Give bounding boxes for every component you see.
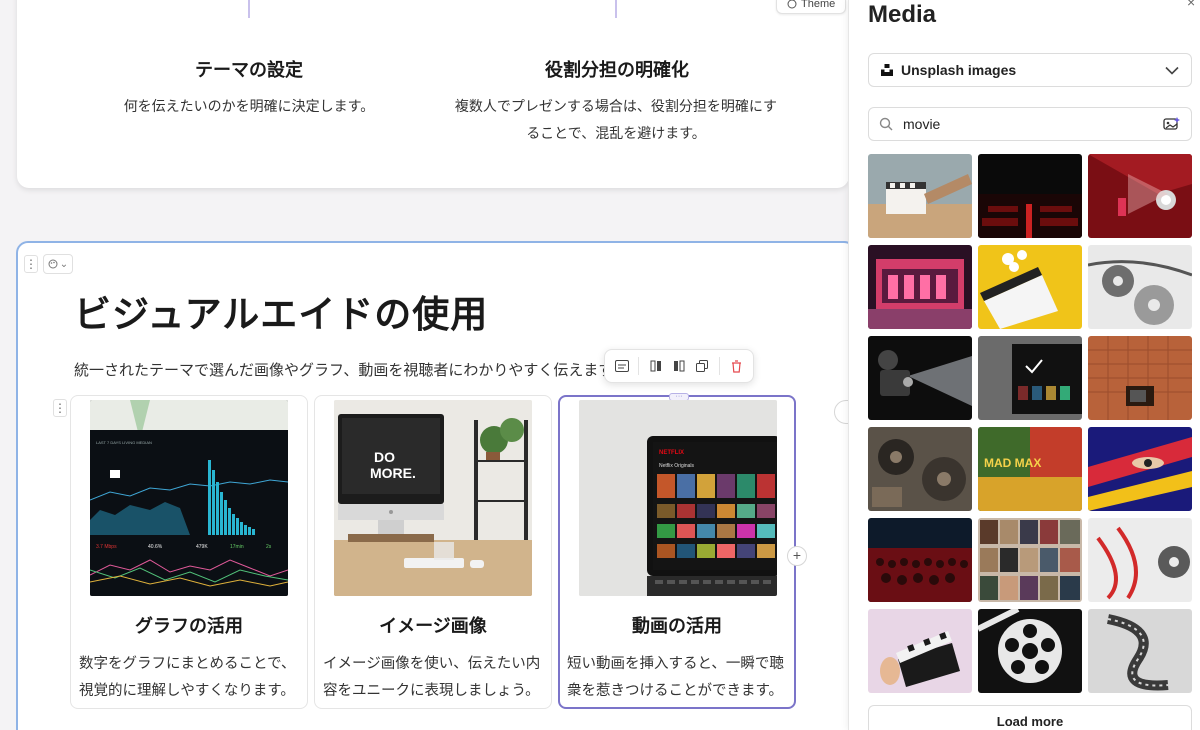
column-text-roles: 複数人でプレゼンする場合は、役割分担を明確にすることで、混乱を避けます。 bbox=[454, 98, 778, 141]
image-source-label: Unsplash images bbox=[901, 62, 1017, 78]
grid-drag-handle-icon[interactable]: ⋮ bbox=[53, 399, 67, 417]
feature-card-image[interactable]: DO MORE. イメージ画像 イメージ画像を使い、伝えたい内容をユニークに表現… bbox=[314, 395, 552, 709]
thumbnail-clapperboard-desert[interactable] bbox=[868, 154, 972, 238]
card-subtitle[interactable]: 統一されたテーマで選んだ画像やグラフ、動画を視聴者にわかりやすく伝えます bbox=[74, 359, 613, 380]
toolbar-divider bbox=[718, 357, 720, 375]
connector-line-left bbox=[248, 0, 250, 18]
thumbnail-film-reels-collage[interactable] bbox=[868, 427, 972, 511]
image-source-select[interactable]: Unsplash images bbox=[868, 53, 1192, 87]
media-results-grid: MAD MAX bbox=[868, 154, 1192, 693]
thumbnail-crowded-red-theater[interactable] bbox=[868, 518, 972, 602]
media-search[interactable] bbox=[868, 107, 1192, 141]
thumbnail-film-strip-spiral[interactable] bbox=[1088, 609, 1192, 693]
toolbar-divider bbox=[638, 357, 640, 375]
thumbnail-red-film-strip[interactable] bbox=[1088, 518, 1192, 602]
thumbnail-retro-tv-orange[interactable] bbox=[1088, 336, 1192, 420]
theme-button[interactable]: Theme bbox=[776, 0, 847, 14]
feature-title-graph[interactable]: グラフの活用 bbox=[71, 612, 307, 638]
editor-canvas: テーマの設定 何を伝えたいのかを明確に決定します。 役割分担の明確化 複数人でプ… bbox=[0, 0, 848, 730]
thumbnail-pink-cinema-facade[interactable] bbox=[868, 245, 972, 329]
card-title[interactable]: ビジュアルエイドの使用 bbox=[74, 284, 488, 338]
feature-card-video[interactable]: ··· NETFLIX Netflix Originals 動画の活用 短い動画… bbox=[558, 393, 796, 709]
split-layout-icon[interactable] bbox=[670, 356, 687, 376]
image-caption-icon[interactable] bbox=[613, 356, 630, 376]
connector-line-right bbox=[615, 0, 617, 18]
thumbnail-film-projector-red[interactable] bbox=[1088, 154, 1192, 238]
netflix-logo: NETFLIX bbox=[659, 450, 684, 456]
column-title-theme: テーマの設定 bbox=[195, 60, 303, 80]
chevron-down-icon: ⌄ bbox=[59, 258, 69, 270]
thumbnail-mad-max-posters[interactable]: MAD MAX bbox=[978, 427, 1082, 511]
feature-title-image[interactable]: イメージ画像 bbox=[315, 612, 551, 638]
block-toolbar bbox=[604, 349, 754, 383]
stat-4: 17min bbox=[230, 544, 244, 550]
dashboard-header-text: LAST 7 DAYS LIVING MEDIAN bbox=[96, 440, 152, 445]
load-more-button[interactable]: Load more bbox=[868, 705, 1192, 730]
stat-3: 479K bbox=[196, 544, 208, 550]
thumbnail-clapper-popcorn-yellow[interactable] bbox=[978, 245, 1082, 329]
top-card[interactable]: テーマの設定 何を伝えたいのかを明確に決定します。 役割分担の明確化 複数人でプ… bbox=[17, 0, 848, 188]
search-icon bbox=[879, 117, 893, 131]
chevron-down-icon bbox=[1165, 66, 1179, 75]
column-text-theme: 何を伝えたいのかを明確に決定します。 bbox=[123, 98, 375, 114]
imac-screen-line2: MORE. bbox=[370, 465, 416, 481]
column-title-roles: 役割分担の明確化 bbox=[545, 60, 689, 80]
thumbnail-vintage-projector-beam[interactable] bbox=[868, 336, 972, 420]
feature-text-video[interactable]: 短い動画を挿入すると、一瞬で聴衆を惹きつけることができます。 bbox=[567, 651, 791, 705]
card-style-button[interactable]: ⌄ bbox=[43, 254, 73, 274]
media-panel: Media × Unsplash images movie MAD MAX Lo… bbox=[848, 0, 1200, 730]
theme-button-label: Theme bbox=[801, 0, 836, 10]
search-input[interactable] bbox=[903, 116, 1163, 132]
feature-text-graph[interactable]: 数字をグラフにまとめることで、視覚的に理解しやすくなります。 bbox=[79, 651, 303, 705]
thumbnail-clapperboard-hand[interactable] bbox=[868, 609, 972, 693]
stat-1: 3.7 Mbps bbox=[96, 544, 117, 550]
feature-card-graph[interactable]: LAST 7 DAYS LIVING MEDIAN 3.7 Mbps 40.6%… bbox=[70, 395, 308, 709]
netflix-laptop-image[interactable]: NETFLIX Netflix Originals bbox=[579, 400, 777, 596]
card-toolbar: ⋮ ⌄ bbox=[24, 254, 73, 274]
thumbnail-dark-theater-seats[interactable] bbox=[978, 154, 1082, 238]
columns-icon[interactable] bbox=[647, 356, 664, 376]
dashboard-image[interactable]: LAST 7 DAYS LIVING MEDIAN 3.7 Mbps 40.6%… bbox=[90, 400, 288, 596]
imac-image[interactable]: DO MORE. bbox=[334, 400, 532, 596]
thumbnail-film-reel-bw[interactable] bbox=[978, 609, 1082, 693]
stat-5: 2s bbox=[266, 544, 272, 550]
unsplash-icon bbox=[881, 64, 893, 76]
duplicate-icon[interactable] bbox=[694, 356, 711, 376]
add-column-button[interactable]: + bbox=[787, 546, 807, 566]
svg-text:MAD MAX: MAD MAX bbox=[984, 456, 1041, 470]
thumbnail-colorful-eyes-stripes[interactable] bbox=[1088, 427, 1192, 511]
close-icon[interactable]: × bbox=[1187, 0, 1195, 10]
thumbnail-tv-streaming-grid[interactable] bbox=[978, 336, 1082, 420]
palette-icon bbox=[787, 0, 797, 9]
feature-title-video[interactable]: 動画の活用 bbox=[560, 612, 794, 638]
feature-text-image[interactable]: イメージ画像を使い、伝えたい内容をユニークに表現しましょう。 bbox=[323, 651, 547, 705]
stat-2: 40.6% bbox=[148, 544, 163, 550]
drag-handle-icon[interactable]: ⋮ bbox=[24, 255, 38, 273]
panel-title: Media bbox=[868, 1, 937, 28]
palette-icon bbox=[48, 259, 58, 269]
netflix-row-label: Netflix Originals bbox=[659, 463, 695, 469]
imac-screen-line1: DO bbox=[374, 449, 395, 465]
trash-icon[interactable] bbox=[728, 356, 745, 376]
thumbnail-film-reels-white[interactable] bbox=[1088, 245, 1192, 329]
ai-image-search-icon[interactable] bbox=[1163, 116, 1181, 132]
thumbnail-poster-wall-collage[interactable] bbox=[978, 518, 1082, 602]
